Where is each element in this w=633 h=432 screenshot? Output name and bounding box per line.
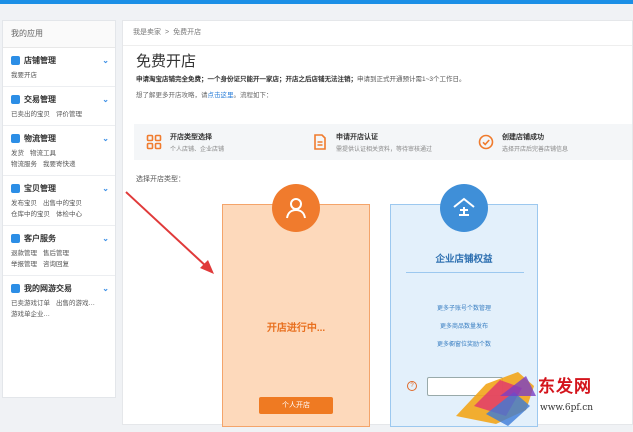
- step-title: 开店类型选择: [170, 133, 212, 141]
- enterprise-card-title: 企业店铺权益: [435, 254, 493, 265]
- sidebar: 我的应用 店铺管理 ⌄ 我要开店 交易管理 ⌄ 已卖出的宝贝 评价管理 物流管理 …: [2, 20, 116, 398]
- sidebar-group-title[interactable]: 我的网游交易 ⌄: [11, 282, 109, 295]
- sidebar-link[interactable]: 举报管理: [11, 261, 37, 268]
- page-title: 免费开店: [136, 53, 197, 70]
- process-steps: 开店类型选择个人店铺、企业店铺 申请开店认证需提供认证相关资料，等待审核通过 创…: [134, 124, 632, 160]
- personal-icon-circle: [272, 184, 320, 232]
- sidebar-group-title[interactable]: 宝贝管理 ⌄: [11, 182, 109, 195]
- grid-icon: [146, 134, 162, 150]
- enterprise-feature: 更多子账号个数管理: [436, 306, 491, 312]
- sidebar-link[interactable]: 发布宝贝: [11, 200, 37, 207]
- sidebar-link[interactable]: 物流服务: [11, 161, 37, 168]
- step-title: 创建店铺成功: [502, 133, 544, 141]
- sidebar-link[interactable]: 评价管理: [56, 111, 82, 118]
- watermark-text: 东发网: [538, 377, 592, 397]
- step-subtitle: 选择开店后完善店铺信息: [502, 146, 569, 153]
- choose-type-label: 选择开店类型：: [136, 176, 185, 183]
- check-circle-icon: [478, 134, 494, 150]
- sidebar-group-trade: 交易管理 ⌄ 已卖出的宝贝 评价管理: [3, 87, 115, 126]
- sidebar-link[interactable]: 售后管理: [43, 250, 69, 257]
- enterprise-icon: [453, 197, 475, 216]
- shop-icon: [11, 56, 20, 65]
- sidebar-link[interactable]: 我要开店: [11, 72, 37, 79]
- red-arrow-annotation: [125, 191, 214, 274]
- page-description: 申请淘宝店铺完全免费；一个身份证只能开一家店；开店之后店铺无法注销；申请到正式开…: [136, 73, 466, 83]
- breadcrumb-current: 免费开店: [173, 29, 202, 36]
- sidebar-link[interactable]: 体检中心: [56, 211, 82, 218]
- sidebar-group-title[interactable]: 客户服务 ⌄: [11, 232, 109, 245]
- sidebar-group-games: 我的网游交易 ⌄ 已卖游戏订单 出售的游戏… 游戏单企业…: [3, 276, 115, 325]
- sidebar-link[interactable]: 出售的游戏…: [56, 300, 95, 307]
- chevron-down-icon[interactable]: ⌄: [102, 134, 109, 143]
- opening-status: 开店进行中...: [266, 323, 326, 334]
- guide-prefix: 想了解更多开店攻略，请: [136, 92, 208, 99]
- step-choose-type: 开店类型选择个人店铺、企业店铺: [134, 124, 300, 160]
- chevron-down-icon[interactable]: ⌄: [102, 56, 109, 65]
- sidebar-group-logistics: 物流管理 ⌄ 发货 物流工具 物流服务 我要寄快递: [3, 126, 115, 176]
- person-icon: [11, 234, 20, 243]
- enterprise-feature: 更多商品数量发布: [439, 324, 488, 330]
- description-rest: 申请到正式开通预计需1~3个工作日。: [357, 76, 466, 83]
- guide-suffix: 。流程如下：: [233, 92, 273, 99]
- sidebar-group-service: 客户服务 ⌄ 退款管理 售后管理 举报管理 咨询回复: [3, 226, 115, 276]
- sidebar-group-label: 宝贝管理: [24, 184, 56, 193]
- page-guide-text: 想了解更多开店攻略，请点击这里。流程如下：: [136, 89, 273, 99]
- sidebar-link[interactable]: 游戏单企业…: [11, 311, 50, 318]
- help-icon[interactable]: ?: [407, 381, 417, 391]
- sidebar-group-label: 物流管理: [24, 134, 56, 143]
- breadcrumb: 我是卖家 > 免费开店: [123, 21, 632, 46]
- sidebar-group-label: 客户服务: [24, 234, 56, 243]
- sidebar-link[interactable]: 已卖游戏订单: [11, 300, 50, 307]
- enterprise-feature: 更多橱窗位奖励个数: [436, 342, 491, 348]
- chevron-down-icon[interactable]: ⌄: [102, 95, 109, 104]
- step-success: 创建店铺成功选择开店后完善店铺信息: [466, 124, 632, 160]
- sidebar-group-title[interactable]: 交易管理 ⌄: [11, 93, 109, 106]
- sidebar-group-label: 我的网游交易: [24, 284, 72, 293]
- enterprise-icon-circle: [440, 184, 488, 232]
- description-bold: 申请淘宝店铺完全免费；一个身份证只能开一家店；开店之后店铺无法注销；: [136, 76, 357, 83]
- document-icon: [314, 134, 326, 150]
- sidebar-group-shop: 店铺管理 ⌄ 我要开店: [3, 48, 115, 87]
- truck-icon: [11, 134, 20, 143]
- chevron-down-icon[interactable]: ⌄: [102, 184, 109, 193]
- trade-icon: [11, 95, 20, 104]
- gift-icon: [11, 184, 20, 193]
- personal-shop-card[interactable]: 开店进行中... 个人开店: [222, 204, 370, 427]
- sidebar-link[interactable]: 仓库中的宝贝: [11, 211, 50, 218]
- step-certification: 申请开店认证需提供认证相关资料，等待审核通过: [300, 124, 466, 160]
- sidebar-link[interactable]: 退款管理: [11, 250, 37, 257]
- card-divider: [406, 272, 524, 273]
- sidebar-group-label: 店铺管理: [24, 56, 56, 65]
- step-subtitle: 个人店铺、企业店铺: [170, 146, 225, 153]
- step-title: 申请开店认证: [336, 133, 378, 141]
- gamepad-icon: [11, 284, 20, 293]
- sidebar-link[interactable]: 咨询回复: [43, 261, 69, 268]
- sidebar-link[interactable]: 发货: [11, 150, 24, 157]
- sidebar-link[interactable]: 出售中的宝贝: [43, 200, 82, 207]
- sidebar-link[interactable]: 我要寄快递: [43, 161, 76, 168]
- sidebar-link[interactable]: 物流工具: [30, 150, 56, 157]
- breadcrumb-separator: >: [165, 29, 170, 36]
- chevron-down-icon[interactable]: ⌄: [102, 284, 109, 293]
- watermark-url: www.6pf.cn: [540, 403, 594, 413]
- breadcrumb-home[interactable]: 我是卖家: [133, 29, 161, 36]
- sidebar-group-title[interactable]: 物流管理 ⌄: [11, 132, 109, 145]
- sidebar-group-title[interactable]: 店铺管理 ⌄: [11, 54, 109, 67]
- sidebar-header: 我的应用: [3, 21, 115, 48]
- guide-link[interactable]: 点击这里: [208, 92, 234, 99]
- top-accent-bar: [0, 0, 633, 4]
- step-subtitle: 需提供认证相关资料，等待审核通过: [336, 146, 433, 153]
- sidebar-group-items: 宝贝管理 ⌄ 发布宝贝 出售中的宝贝 仓库中的宝贝 体检中心: [3, 176, 115, 226]
- chevron-down-icon[interactable]: ⌄: [102, 234, 109, 243]
- person-icon: [286, 198, 306, 219]
- sidebar-group-label: 交易管理: [24, 95, 56, 104]
- personal-open-button[interactable]: 个人开店: [259, 397, 333, 414]
- sidebar-link[interactable]: 已卖出的宝贝: [11, 111, 50, 118]
